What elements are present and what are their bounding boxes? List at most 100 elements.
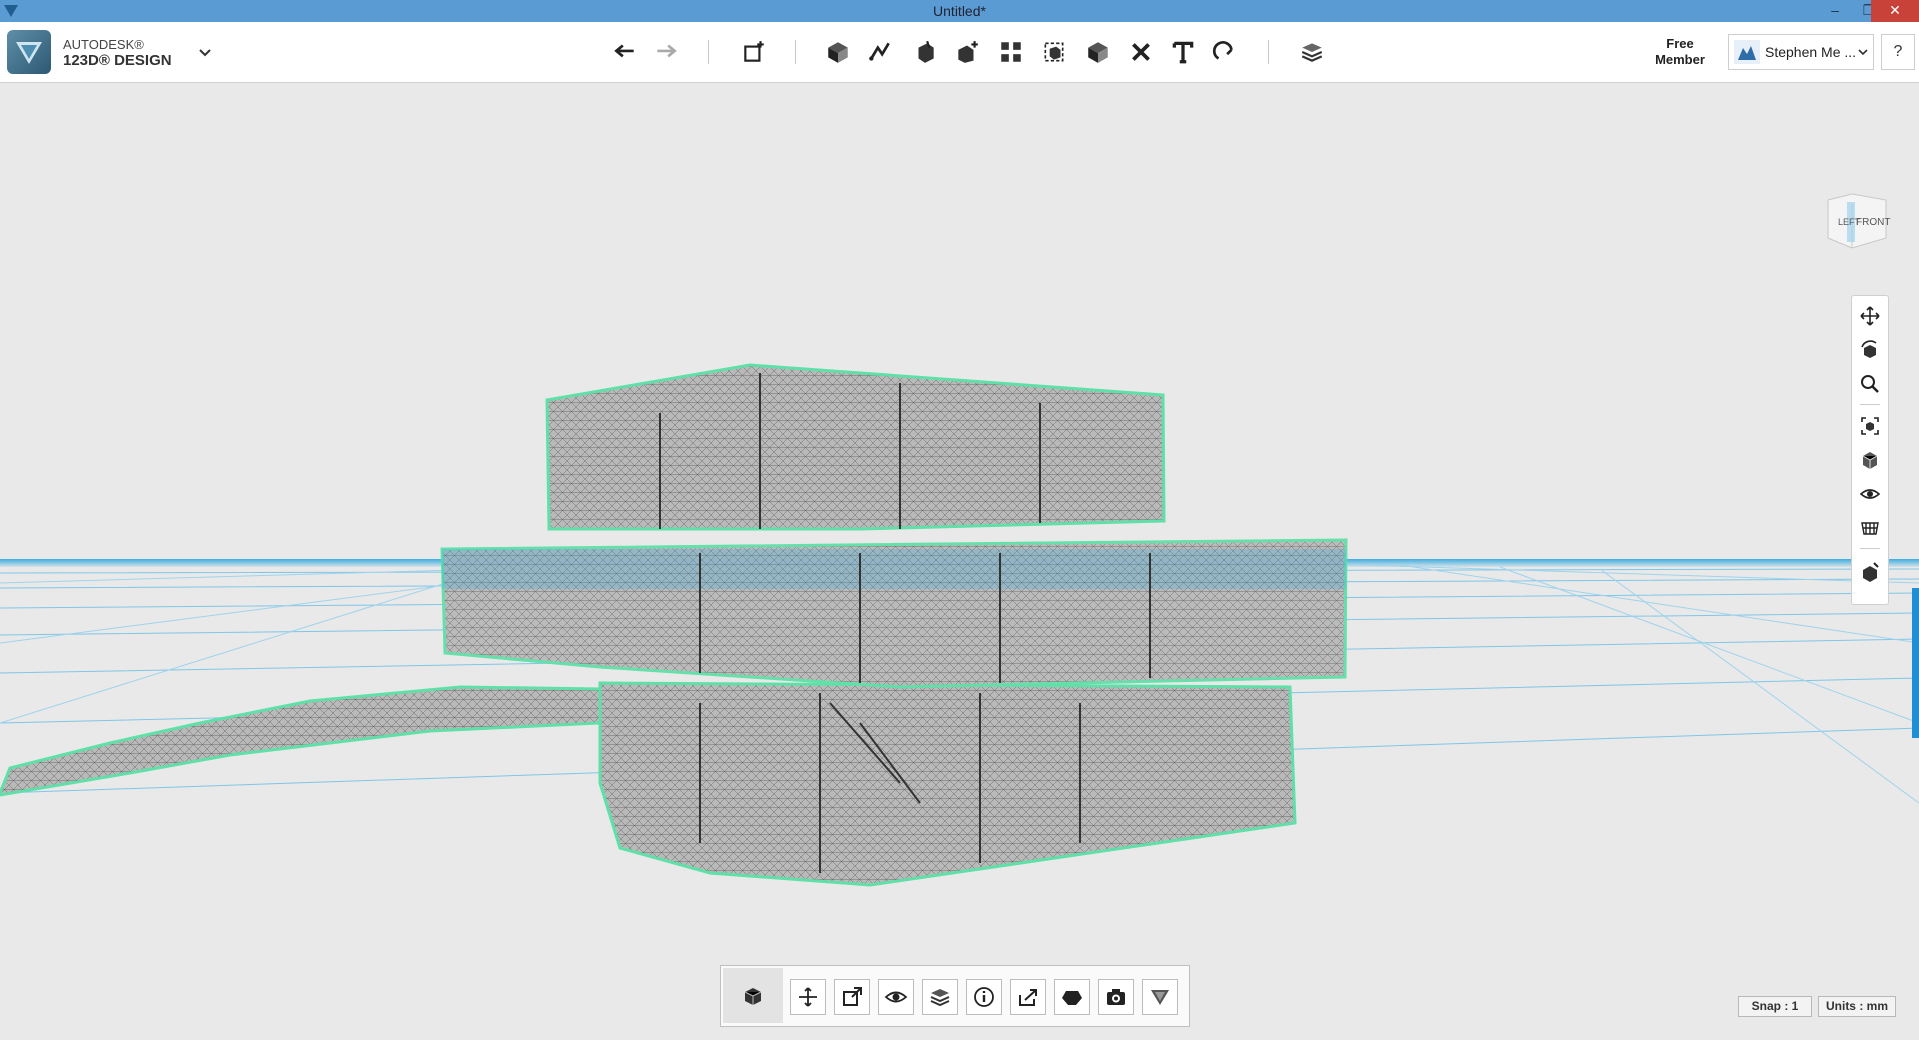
scale-button[interactable] [834, 979, 870, 1015]
toolbar-separator [795, 40, 796, 64]
move-icon [799, 987, 817, 1007]
brand-line2: 123D® DESIGN [63, 52, 172, 69]
units-status[interactable]: Units : mm [1818, 996, 1896, 1017]
delete-button[interactable] [1124, 36, 1158, 68]
grid-icon [1861, 522, 1879, 535]
sketch-button[interactable] [821, 36, 855, 68]
user-menu[interactable]: Stephen Me ... [1728, 34, 1874, 70]
grid-button[interactable] [1856, 514, 1884, 542]
layers-button[interactable] [922, 979, 958, 1015]
visibility-icon [884, 991, 908, 1003]
material-view-icon [1863, 562, 1879, 582]
pan-icon [1860, 306, 1880, 326]
toolbar-separator [1268, 40, 1269, 64]
fit-button[interactable] [1856, 412, 1884, 440]
measure-button[interactable] [1081, 36, 1115, 68]
pattern-icon [958, 41, 978, 63]
solid-icon [1062, 991, 1082, 1005]
export-button[interactable] [1010, 979, 1046, 1015]
info-button[interactable] [966, 979, 1002, 1015]
camera-button[interactable] [1098, 979, 1134, 1015]
material-button[interactable] [1295, 36, 1329, 68]
view-cube[interactable]: LEFT FRONT [1822, 190, 1892, 252]
orbit-icon [1861, 340, 1877, 358]
visibility-icon [1859, 489, 1881, 499]
visibility-button[interactable] [1856, 480, 1884, 508]
window-title: Untitled* [933, 3, 986, 19]
membership-label: Free Member [1648, 36, 1712, 68]
material-view-button[interactable] [1856, 558, 1884, 586]
modify-icon [918, 40, 934, 63]
primitives-icon [744, 41, 764, 62]
snap-button[interactable] [1208, 36, 1242, 68]
membership-line1: Free [1666, 36, 1694, 51]
nav-separator [1860, 404, 1880, 405]
text-icon [1172, 41, 1194, 64]
undo-icon [614, 44, 634, 58]
app-menu[interactable]: AUTODESK® 123D® DESIGN [7, 30, 211, 74]
zoom-button[interactable] [1856, 370, 1884, 398]
3d-viewport[interactable]: LEFT FRONT [0, 83, 1919, 1040]
undo-button[interactable] [608, 36, 642, 68]
orbit-button[interactable] [1856, 336, 1884, 364]
close-icon [1132, 43, 1150, 61]
grid-overlay [442, 549, 1346, 589]
brand-line1: AUTODESK® [63, 37, 144, 52]
primitives-button[interactable] [737, 36, 771, 68]
combine-button[interactable] [1037, 36, 1071, 68]
app-logo-icon [7, 30, 51, 74]
views-icon [1862, 452, 1878, 469]
close-button[interactable]: ✕ [1871, 0, 1919, 22]
grouping-button[interactable] [994, 36, 1028, 68]
redo-button[interactable] [649, 36, 683, 68]
toolbar-separator [708, 40, 709, 64]
construct-icon [869, 42, 890, 61]
scale-icon [843, 987, 862, 1006]
user-name: Stephen Me ... [1765, 44, 1857, 60]
main-toolbar: AUTODESK® 123D® DESIGN Free Member Steph… [0, 22, 1919, 83]
bottom-toolbar [720, 965, 1190, 1027]
solid-button[interactable] [1054, 979, 1090, 1015]
measure-icon [1088, 42, 1108, 63]
sketch-icon [828, 42, 848, 63]
navigation-bar [1851, 295, 1889, 605]
pattern-button[interactable] [950, 36, 984, 68]
layers-icon [930, 989, 950, 1007]
views-button[interactable] [1856, 446, 1884, 474]
export-icon [1019, 989, 1037, 1006]
zoom-icon [1861, 375, 1879, 393]
redo-icon [657, 44, 677, 58]
material-icon [1151, 990, 1169, 1005]
snap-icon [1212, 41, 1233, 60]
upper-floor-mesh [545, 363, 1166, 531]
text-button[interactable] [1166, 36, 1200, 68]
lower-floor-mesh [598, 681, 1297, 887]
construct-button[interactable] [863, 36, 897, 68]
combine-icon [1044, 42, 1064, 62]
pan-button[interactable] [1856, 302, 1884, 330]
title-bar: Untitled* – ❐ ✕ [0, 0, 1919, 22]
chevron-down-icon[interactable] [197, 44, 213, 60]
move-button[interactable] [790, 979, 826, 1015]
scene-canvas[interactable] [0, 83, 1919, 1040]
membership-line2: Member [1655, 52, 1705, 67]
help-button[interactable]: ? [1881, 34, 1915, 70]
walkway-mesh [0, 685, 602, 797]
material-button[interactable] [1142, 979, 1178, 1015]
minimize-button[interactable]: – [1818, 0, 1852, 22]
material-icon [1301, 43, 1323, 62]
nav-separator [1860, 548, 1880, 549]
avatar [1734, 40, 1760, 64]
info-icon [974, 987, 994, 1007]
camera-icon [1107, 989, 1125, 1005]
primitive-box-button[interactable] [723, 968, 783, 1023]
modify-button[interactable] [908, 36, 942, 68]
grouping-icon [1001, 42, 1021, 62]
side-panel-toggle[interactable] [1912, 588, 1919, 738]
primitive-box-icon [744, 987, 762, 1005]
viewcube-front-label[interactable]: FRONT [1856, 217, 1890, 228]
visibility-toggle-button[interactable] [878, 979, 914, 1015]
snap-status[interactable]: Snap : 1 [1738, 996, 1812, 1017]
chevron-down-icon [1858, 49, 1868, 56]
fit-icon [1861, 417, 1879, 435]
